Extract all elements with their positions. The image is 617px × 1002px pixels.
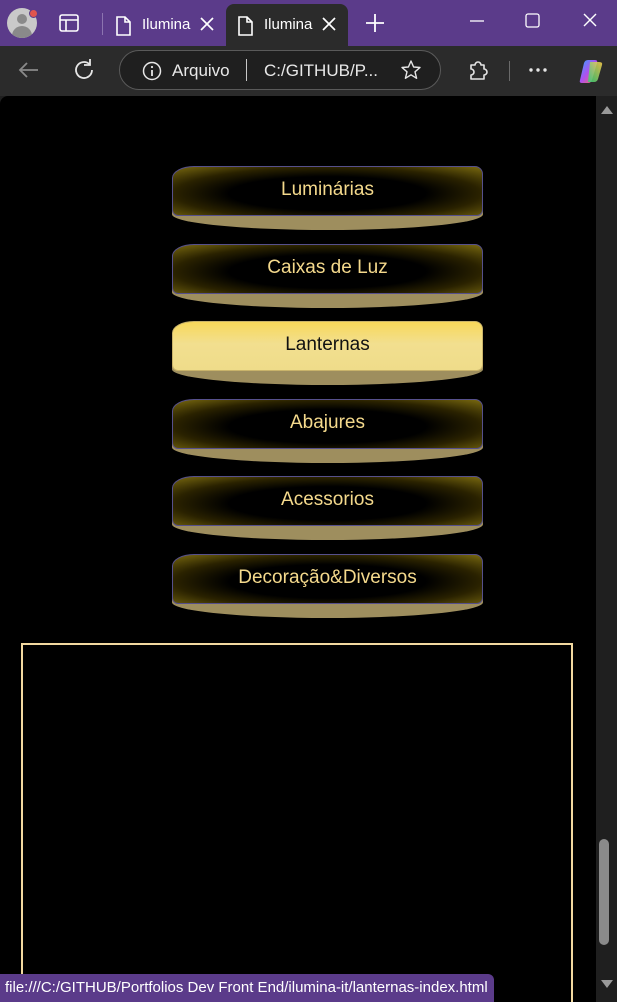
category-menu: Luminárias Caixas de Luz Lanternas Abaju… [172, 166, 483, 631]
back-arrow-icon[interactable] [16, 57, 42, 83]
more-options-icon[interactable] [527, 60, 549, 80]
page-viewport: Luminárias Caixas de Luz Lanternas Abaju… [0, 96, 596, 1002]
address-url[interactable]: C:/GITHUB/P... [264, 61, 382, 81]
scroll-down-arrow-icon[interactable] [600, 978, 614, 990]
address-separator [246, 59, 247, 81]
scroll-thumb[interactable] [599, 839, 609, 945]
avatar-head [17, 14, 27, 24]
star-favorite-icon[interactable] [400, 59, 422, 81]
menu-item-caixas-de-luz[interactable]: Caixas de Luz [172, 243, 483, 308]
content-frame [21, 643, 573, 1002]
avatar-body [12, 26, 32, 38]
menu-item-decoracao-diversos[interactable]: Decoração&Diversos [172, 553, 483, 618]
menu-item-label: Caixas de Luz [267, 256, 388, 278]
menu-item-label: Abajures [290, 411, 365, 433]
vertical-scrollbar[interactable] [596, 96, 617, 1002]
menu-item-label: Luminárias [281, 179, 374, 200]
maximize-icon[interactable] [517, 8, 547, 34]
address-toolbar: Arquivo C:/GITHUB/P... [0, 46, 617, 96]
info-icon[interactable] [142, 61, 162, 81]
minimize-icon[interactable] [462, 8, 492, 34]
extensions-puzzle-icon[interactable] [467, 58, 489, 82]
menu-item-lanternas[interactable]: Lanternas [172, 321, 483, 385]
close-tab-icon[interactable] [198, 15, 216, 33]
document-icon [116, 16, 131, 36]
scroll-up-arrow-icon[interactable] [600, 104, 614, 116]
menu-item-label: Lanternas [285, 334, 370, 355]
address-bar[interactable]: Arquivo C:/GITHUB/P... [119, 50, 441, 90]
toolbar-separator [509, 61, 510, 81]
menu-item-luminarias[interactable]: Luminárias [172, 166, 483, 230]
tab-strip: Ilumina Ilumina [0, 0, 617, 46]
document-icon [238, 16, 253, 36]
new-tab-icon[interactable] [362, 10, 388, 36]
browser-window: Ilumina Ilumina Arquivo C:/GITHUB/P... L… [0, 0, 617, 1002]
reload-icon[interactable] [71, 57, 97, 83]
menu-item-acessorios[interactable]: Acessorios [172, 476, 483, 540]
address-scheme-label: Arquivo [172, 61, 230, 80]
tab-divider [102, 13, 103, 35]
tab-label: Ilumina [142, 16, 191, 33]
tab-ilumina-1[interactable]: Ilumina [104, 4, 224, 46]
status-bubble: file:///C:/GITHUB/Portfolios Dev Front E… [0, 974, 494, 1002]
tab-label: Ilumina [264, 16, 313, 33]
tab-ilumina-2-active[interactable]: Ilumina [226, 4, 348, 46]
menu-item-label: Decoração&Diversos [238, 566, 417, 588]
menu-item-abajures[interactable]: Abajures [172, 398, 483, 463]
close-window-icon[interactable] [575, 8, 605, 34]
close-tab-icon[interactable] [320, 15, 338, 33]
tab-actions-icon[interactable] [58, 12, 80, 34]
notification-dot [29, 9, 38, 18]
copilot-icon[interactable] [576, 56, 606, 86]
menu-item-label: Acessorios [281, 489, 374, 510]
